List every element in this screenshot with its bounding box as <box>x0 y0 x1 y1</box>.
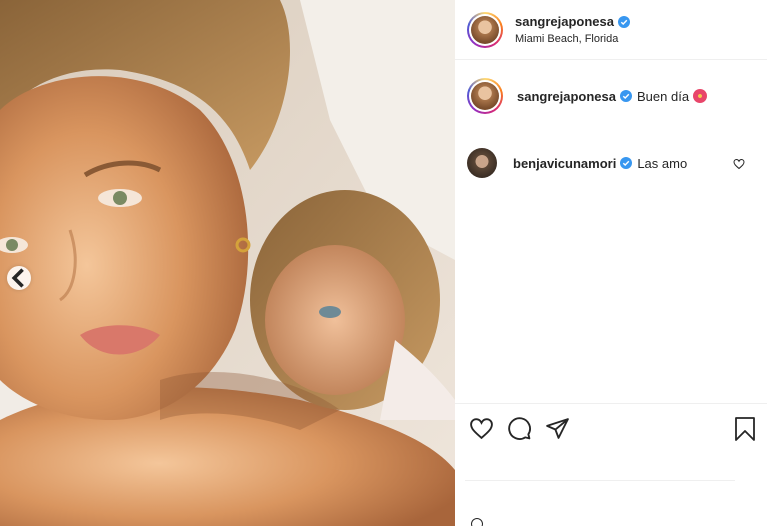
hibiscus-emoji-icon <box>693 89 708 103</box>
verified-badge-icon <box>620 90 632 102</box>
chevron-left-icon <box>11 268 24 288</box>
comment-text: Las amo <box>637 155 688 171</box>
post-side-panel: sangrejaponesa Miami Beach, Florida sang… <box>455 0 767 526</box>
comment-username[interactable]: benjavicunamori <box>513 156 616 171</box>
emoji-picker-icon[interactable] <box>471 518 483 526</box>
author-avatar[interactable] <box>467 11 503 48</box>
post-actions-bar <box>455 403 767 453</box>
verified-badge-icon <box>620 157 633 169</box>
like-button[interactable] <box>468 416 494 442</box>
author-username[interactable]: sangrejaponesa <box>515 14 614 29</box>
divider <box>465 480 735 481</box>
comment-username[interactable]: sangrejaponesa <box>517 89 616 104</box>
post-location[interactable]: Miami Beach, Florida <box>515 33 630 45</box>
verified-badge-icon <box>618 15 630 28</box>
bookmark-icon <box>735 417 755 441</box>
heart-icon <box>469 418 493 440</box>
comment-button[interactable] <box>506 416 532 442</box>
post-photo[interactable] <box>0 0 455 526</box>
post-header: sangrejaponesa Miami Beach, Florida <box>455 0 767 60</box>
paper-plane-icon <box>545 418 569 439</box>
comment-text: Buen día <box>637 88 690 104</box>
selfie-photo-image <box>0 0 455 526</box>
share-button[interactable] <box>544 416 570 442</box>
comment-like-heart-icon[interactable] <box>733 157 745 170</box>
caption-comment: sangrejaponesa Buen día <box>467 78 757 114</box>
comment-item: benjavicunamori Las amo <box>467 147 757 179</box>
commenter-avatar[interactable] <box>467 148 497 178</box>
carousel-prev-button[interactable] <box>7 266 31 290</box>
comment-icon <box>507 417 531 440</box>
commenter-avatar[interactable] <box>467 78 503 114</box>
save-button[interactable] <box>733 416 757 442</box>
